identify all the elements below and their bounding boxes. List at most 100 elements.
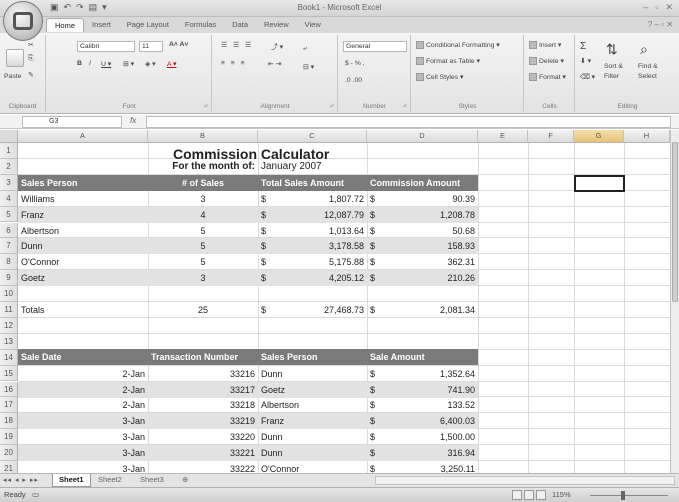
table2-sale-date[interactable]: 3-Jan [18,461,148,473]
table2-transaction-number[interactable]: 33222 [148,461,258,473]
row-header[interactable]: 15 [0,365,18,382]
table2-sale-date[interactable]: 3-Jan [18,429,148,445]
row-header[interactable]: 4 [0,190,18,207]
row-header[interactable]: 7 [0,238,18,255]
table1-header-commission[interactable]: Commission Amount [367,175,463,191]
table2-header-sale-date[interactable]: Sale Date [18,349,65,365]
table2-transaction-number[interactable]: 33218 [148,397,258,413]
formula-input[interactable] [146,116,671,128]
select-all-corner[interactable] [0,130,18,143]
row-header[interactable]: 14 [0,349,18,366]
table1-commission[interactable]: 210.26 [367,270,478,286]
insert-function-icon[interactable]: fx [130,116,136,125]
row-header[interactable]: 21 [0,461,18,473]
table1-num-sales[interactable]: 5 [148,223,258,239]
sheet-tab-1[interactable]: Sheet1 [52,474,91,487]
table1-num-sales[interactable]: 3 [148,270,258,286]
horizontal-scrollbar[interactable] [375,476,675,485]
totals-total[interactable]: 27,468.73 [258,302,367,318]
wrap-text-icon[interactable]: ⤶ [303,45,307,53]
merge-center-icon[interactable]: ⊟ ▾ [303,63,314,71]
conditional-formatting-button[interactable]: Conditional Formatting ▾ [416,41,500,50]
orientation-icon[interactable]: ⤴ ▾ [271,41,283,51]
maximize-button[interactable]: ▫ [655,2,658,13]
table2-sales-person[interactable]: Goetz [258,382,288,398]
column-header-f[interactable]: F [528,130,574,143]
bold-button[interactable]: B [77,60,82,67]
font-name-box[interactable]: Calibri [77,41,135,52]
table1-num-sales[interactable]: 4 [148,207,258,223]
fill-icon[interactable]: ⬇ ▾ [580,57,591,65]
table1-sales-person[interactable]: Goetz [18,270,48,286]
table2-transaction-number[interactable]: 33217 [148,382,258,398]
active-cell-g3[interactable] [574,175,625,192]
tab-formulas[interactable]: Formulas [177,18,224,32]
table2-sales-person[interactable]: Dunn [258,366,286,382]
grow-font-icon[interactable]: A˄ A˅ [169,41,188,48]
sheet-tab-3[interactable]: Sheet3 [134,474,170,487]
table1-total-sales[interactable]: 3,178.58 [258,238,367,254]
row-header[interactable]: 2 [0,158,18,175]
zoom-slider-knob[interactable] [621,491,625,500]
insert-sheet-icon[interactable]: ⊕ [176,474,194,487]
column-header-g[interactable]: G [574,130,624,143]
row-header[interactable]: 16 [0,381,18,398]
table1-total-sales[interactable]: 1,013.64 [258,223,367,239]
vertical-scroll-thumb[interactable] [672,142,678,302]
align-left-icon[interactable]: ≡ ≡ ≡ [221,60,247,67]
sheet-tab-2[interactable]: Sheet2 [92,474,128,487]
paste-icon[interactable] [6,49,24,67]
column-header-h[interactable]: H [624,130,670,143]
page-layout-view-icon[interactable] [524,490,534,500]
table2-sale-date[interactable]: 2-Jan [18,382,148,398]
insert-cells-button[interactable]: Insert ▾ [529,41,561,50]
row-header[interactable]: 10 [0,286,18,302]
row-header[interactable]: 5 [0,206,18,223]
help-icon[interactable]: ? – ▫ ✕ [648,20,673,29]
table2-sale-amount[interactable]: 1,352.64 [367,366,478,382]
table2-sale-date[interactable]: 2-Jan [18,397,148,413]
row-header[interactable]: 20 [0,445,18,461]
cut-icon[interactable]: ✂ [28,41,34,49]
table1-sales-person[interactable]: O'Connor [18,254,62,270]
row-header[interactable]: 18 [0,413,18,430]
zoom-slider[interactable] [590,495,668,496]
table2-sales-person[interactable]: Albertson [258,397,302,413]
table1-num-sales[interactable]: 3 [148,191,258,207]
underline-button[interactable]: U ▾ [101,60,111,68]
autosum-icon[interactable]: Σ [580,41,586,52]
table2-sale-amount[interactable]: 6,400.03 [367,413,478,429]
column-header-c[interactable]: C [258,130,367,143]
row-header[interactable]: 9 [0,270,18,287]
tab-review[interactable]: Review [256,18,297,32]
font-color-icon[interactable]: A ▾ [167,60,176,68]
table2-sale-amount[interactable]: 741.90 [367,382,478,398]
italic-button[interactable]: I [89,60,91,67]
column-header-b[interactable]: B [148,130,258,143]
delete-cells-button[interactable]: Delete ▾ [529,57,564,66]
table2-transaction-number[interactable]: 33220 [148,429,258,445]
totals-commission[interactable]: 2,081.34 [367,302,478,318]
row-header[interactable]: 13 [0,333,18,350]
table1-commission[interactable]: 90.39 [367,191,478,207]
table2-header-transaction[interactable]: Transaction Number [148,349,241,365]
table1-header-total-sales[interactable]: Total Sales Amount [258,175,347,191]
macro-record-icon[interactable]: ▭ [32,490,39,499]
table2-sale-amount[interactable]: 3,250.11 [367,461,478,473]
sort-filter-button[interactable]: Sort & [604,63,623,70]
table2-sales-person[interactable]: Franz [258,413,287,429]
table1-sales-person[interactable]: Dunn [18,238,46,254]
font-size-box[interactable]: 11 [139,41,163,52]
table1-num-sales[interactable]: 5 [148,238,258,254]
table2-transaction-number[interactable]: 33221 [148,445,258,461]
totals-label[interactable]: Totals [18,302,48,318]
table1-commission[interactable]: 1,208.78 [367,207,478,223]
column-header-e[interactable]: E [478,130,528,143]
table2-sale-date[interactable]: 2-Jan [18,366,148,382]
row-header[interactable]: 6 [0,222,18,239]
column-header-a[interactable]: A [18,130,148,143]
table1-sales-person[interactable]: Williams [18,191,58,207]
number-format-box[interactable]: General [343,41,407,52]
decimal-icon[interactable]: .0 .00 [345,77,362,84]
row-header[interactable]: 17 [0,397,18,414]
